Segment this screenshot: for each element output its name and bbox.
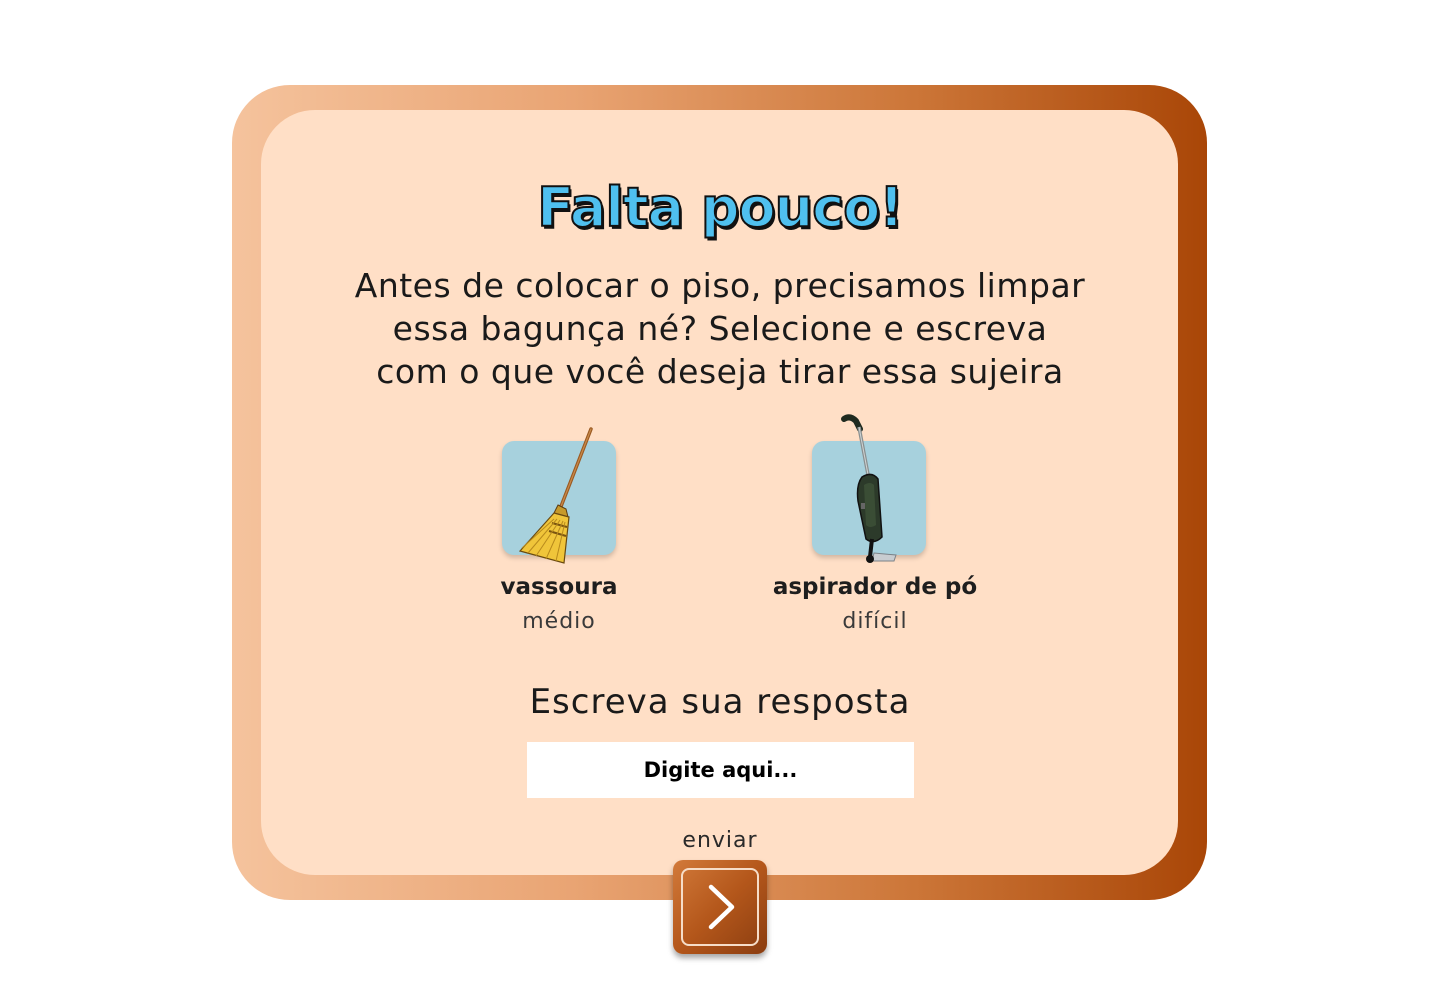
chevron-right-icon [708, 884, 735, 930]
option-name-vacuum: aspirador de pó [772, 574, 978, 600]
option-level-broom: médio [522, 609, 596, 634]
send-label: enviar [682, 828, 758, 853]
send-button[interactable] [673, 860, 767, 954]
instructions-line-2: essa bagunça né? Selecione e escreva [392, 309, 1048, 348]
answer-input[interactable] [527, 742, 914, 798]
page-title: Falta pouco! [536, 175, 905, 240]
option-card-broom[interactable] [502, 427, 616, 564]
answer-label: Escreva sua resposta [529, 682, 911, 722]
instructions-line-3: com o que você deseja tirar essa sujeira [376, 352, 1064, 391]
option-card-vacuum[interactable] [812, 414, 926, 563]
vacuum-cleaner-icon [841, 414, 897, 563]
instructions-text: Antes de colocar o piso, precisamos limp… [310, 264, 1130, 393]
option-name-broom: vassoura [500, 574, 618, 600]
instructions-line-1: Antes de colocar o piso, precisamos limp… [354, 266, 1086, 305]
broom-icon [518, 427, 593, 564]
option-level-vacuum: difícil [842, 609, 908, 634]
